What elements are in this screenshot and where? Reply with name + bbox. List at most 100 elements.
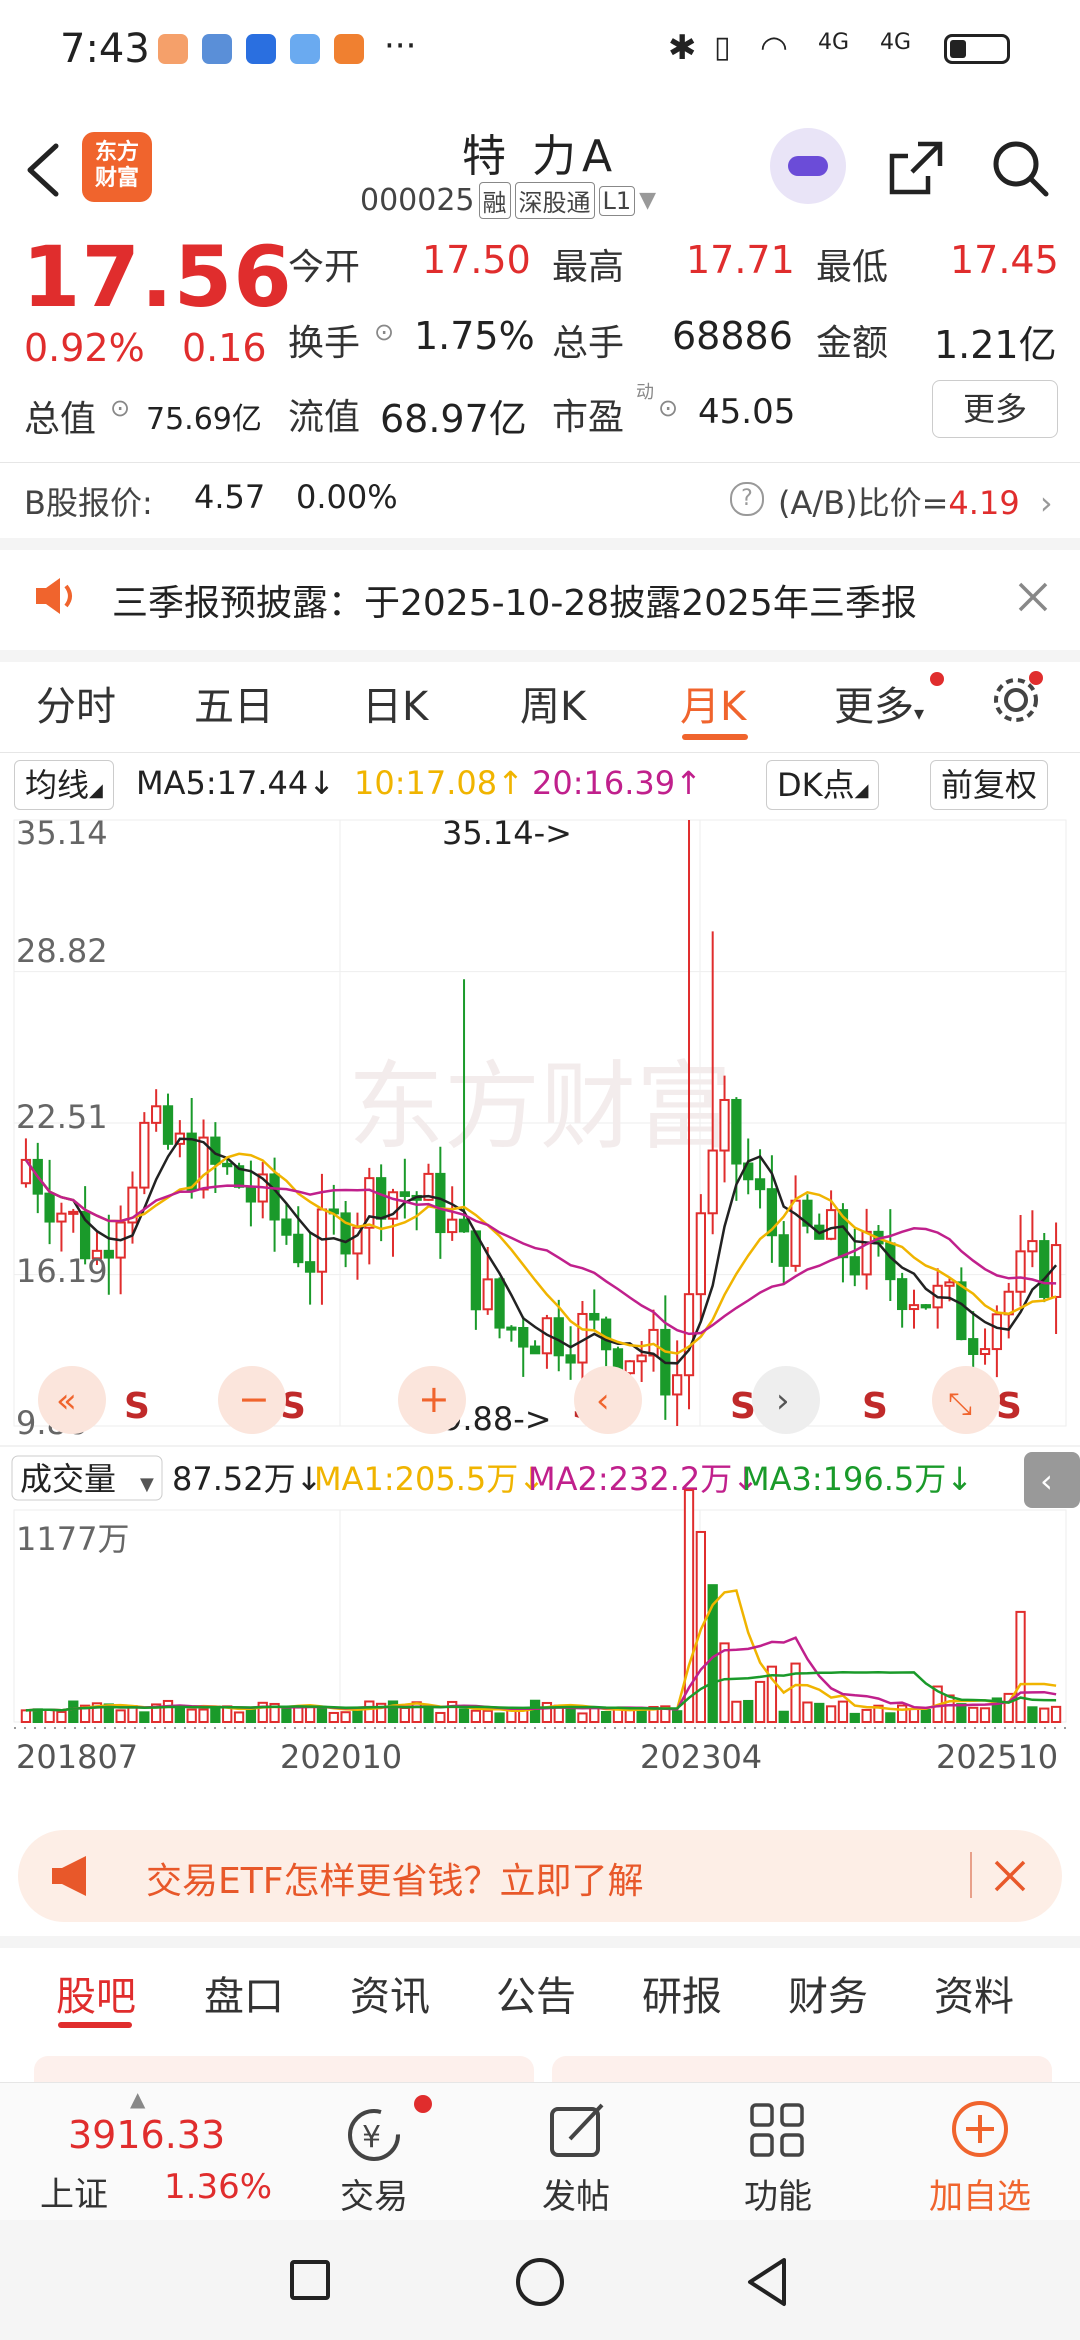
ab-ratio-row[interactable]: (A/B)比价=4.19 › bbox=[778, 478, 1053, 524]
tag-connect: 深股通 bbox=[514, 182, 595, 219]
tab-five-day[interactable]: 五日 bbox=[194, 674, 274, 732]
x-label: 202010 bbox=[280, 1738, 402, 1776]
vibrate-icon: ▯ bbox=[714, 30, 731, 65]
active-tab-indicator bbox=[682, 734, 748, 740]
separator bbox=[0, 1936, 1080, 1948]
amount-value: 1.21亿 bbox=[934, 323, 1057, 367]
bottom-nav: ▲ 3916.33 上证 1.36% ¥ 交易 发帖 功能 加自选 bbox=[0, 2082, 1080, 2221]
info-icon[interactable]: ⊙ bbox=[658, 394, 678, 422]
edit-icon[interactable] bbox=[546, 2099, 610, 2163]
megaphone-icon bbox=[52, 1856, 86, 1896]
svg-text:¥: ¥ bbox=[362, 2120, 381, 2155]
grid-icon[interactable] bbox=[746, 2099, 810, 2163]
stock-code-row[interactable]: 000025 融 深股通 L1 ▼ bbox=[360, 182, 656, 219]
close-icon[interactable] bbox=[992, 1858, 1028, 1894]
svg-text:S: S bbox=[862, 1386, 888, 1427]
gear-icon[interactable] bbox=[990, 670, 1046, 726]
wifi-icon: ◠ bbox=[760, 28, 788, 66]
tab-weekly[interactable]: 周K bbox=[520, 674, 586, 732]
tab-forum[interactable]: 股吧 bbox=[56, 1964, 136, 2022]
separator bbox=[0, 650, 1080, 662]
kline-chart[interactable]: 东方财富 35.14 28.82 22.51 16.19 9.88 35.14-… bbox=[0, 810, 1080, 1810]
speaker-icon bbox=[36, 578, 72, 614]
vol-ma2: MA2:232.2万↓ bbox=[528, 1460, 759, 1498]
svg-text:S: S bbox=[124, 1386, 150, 1427]
x-label: 202510 bbox=[936, 1738, 1058, 1776]
change-amount: 0.16 bbox=[182, 326, 267, 370]
search-icon[interactable] bbox=[988, 136, 1052, 200]
badge-dot bbox=[930, 672, 944, 686]
divider bbox=[0, 752, 1080, 753]
volume-label: 总手 bbox=[552, 323, 625, 364]
tab-announcements[interactable]: 公告 bbox=[496, 1964, 576, 2022]
pe-label: 市盈 bbox=[552, 397, 625, 438]
volume-value: 68886 bbox=[672, 314, 793, 358]
banner-text: 交易ETF怎样更省钱？立即了解 bbox=[146, 1861, 644, 1902]
tab-intraday[interactable]: 分时 bbox=[36, 674, 116, 732]
ab-ratio-label: (A/B)比价= bbox=[778, 484, 949, 522]
tab-monthly[interactable]: 月K bbox=[680, 674, 746, 732]
plus-icon: + bbox=[418, 1377, 450, 1421]
svg-text:▼: ▼ bbox=[140, 1474, 154, 1495]
close-icon[interactable] bbox=[1016, 580, 1050, 614]
tab-research[interactable]: 研报 bbox=[642, 1964, 722, 2022]
more-button[interactable]: 更多 bbox=[932, 380, 1058, 438]
index-value[interactable]: 3916.33 bbox=[68, 2113, 225, 2157]
notification-icon bbox=[202, 34, 232, 64]
chevron-right-icon: › bbox=[776, 1381, 790, 1421]
float-label: 流值 bbox=[288, 397, 361, 438]
high-label: 最高 bbox=[552, 247, 625, 288]
tab-orderbook[interactable]: 盘口 bbox=[204, 1964, 284, 2022]
spacer bbox=[0, 1810, 1080, 1822]
chevron-right-icon: › bbox=[1039, 484, 1053, 522]
assistant-avatar[interactable] bbox=[770, 128, 846, 204]
tab-profile[interactable]: 资料 bbox=[934, 1964, 1014, 2022]
svg-text:S: S bbox=[996, 1386, 1022, 1427]
adjust-button[interactable]: 前复权 bbox=[930, 760, 1049, 810]
notification-icon bbox=[334, 34, 364, 64]
badge-dot bbox=[414, 2095, 432, 2113]
turnover-value: 1.75% bbox=[414, 314, 535, 358]
help-icon[interactable]: ? bbox=[730, 482, 764, 516]
active-tab-indicator bbox=[58, 2022, 132, 2028]
open-value: 17.50 bbox=[422, 238, 531, 282]
ab-ratio-value: 4.19 bbox=[948, 484, 1020, 522]
tab-financials[interactable]: 财务 bbox=[788, 1964, 868, 2022]
nav-trade[interactable]: 交易 bbox=[294, 2169, 454, 2218]
nav-function[interactable]: 功能 bbox=[698, 2169, 858, 2218]
separator bbox=[0, 538, 1080, 550]
more-notifications: ··· bbox=[384, 26, 417, 66]
svg-text:S: S bbox=[730, 1386, 756, 1427]
high-value: 17.71 bbox=[686, 238, 795, 282]
mcap-label: 总值 bbox=[24, 399, 97, 440]
notification-icon bbox=[290, 34, 320, 64]
signal-icon: 4G bbox=[880, 30, 912, 55]
add-icon[interactable] bbox=[948, 2097, 1012, 2161]
recents-button[interactable] bbox=[290, 2260, 330, 2300]
card-peek bbox=[34, 2056, 534, 2082]
back-button[interactable] bbox=[744, 2256, 792, 2308]
tab-daily[interactable]: 日K bbox=[362, 674, 428, 732]
tag-level: L1 bbox=[598, 185, 636, 216]
trade-icon[interactable]: ¥ bbox=[340, 2099, 410, 2169]
nav-post[interactable]: 发帖 bbox=[496, 2169, 656, 2218]
ma20-value: 20:16.39↑ bbox=[532, 764, 702, 802]
nav-add-watchlist[interactable]: 加自选 bbox=[900, 2169, 1060, 2218]
ma5-value: MA5:17.44↓ bbox=[136, 764, 336, 802]
notification-icon bbox=[158, 34, 188, 64]
info-icon[interactable]: ⊙ bbox=[374, 318, 394, 346]
dk-button[interactable]: DK点◢ bbox=[766, 760, 880, 810]
tab-more[interactable]: 更多▾ bbox=[834, 674, 924, 732]
share-icon[interactable] bbox=[884, 136, 948, 200]
tab-news[interactable]: 资讯 bbox=[350, 1964, 430, 2022]
expand-icon: ⤡ bbox=[948, 1387, 972, 1422]
double-left-icon: « bbox=[56, 1381, 77, 1421]
signal-icon: 4G bbox=[818, 30, 850, 55]
ma-select[interactable]: 均线◢ bbox=[14, 760, 114, 810]
promo-banner[interactable]: 交易ETF怎样更省钱？立即了解 bbox=[18, 1830, 1062, 1922]
home-button[interactable] bbox=[516, 2258, 564, 2306]
info-icon[interactable]: ⊙ bbox=[110, 394, 130, 422]
divider bbox=[0, 462, 1080, 463]
y-label: 35.14 bbox=[16, 814, 108, 852]
chevron-down-icon: ▼ bbox=[639, 188, 657, 213]
